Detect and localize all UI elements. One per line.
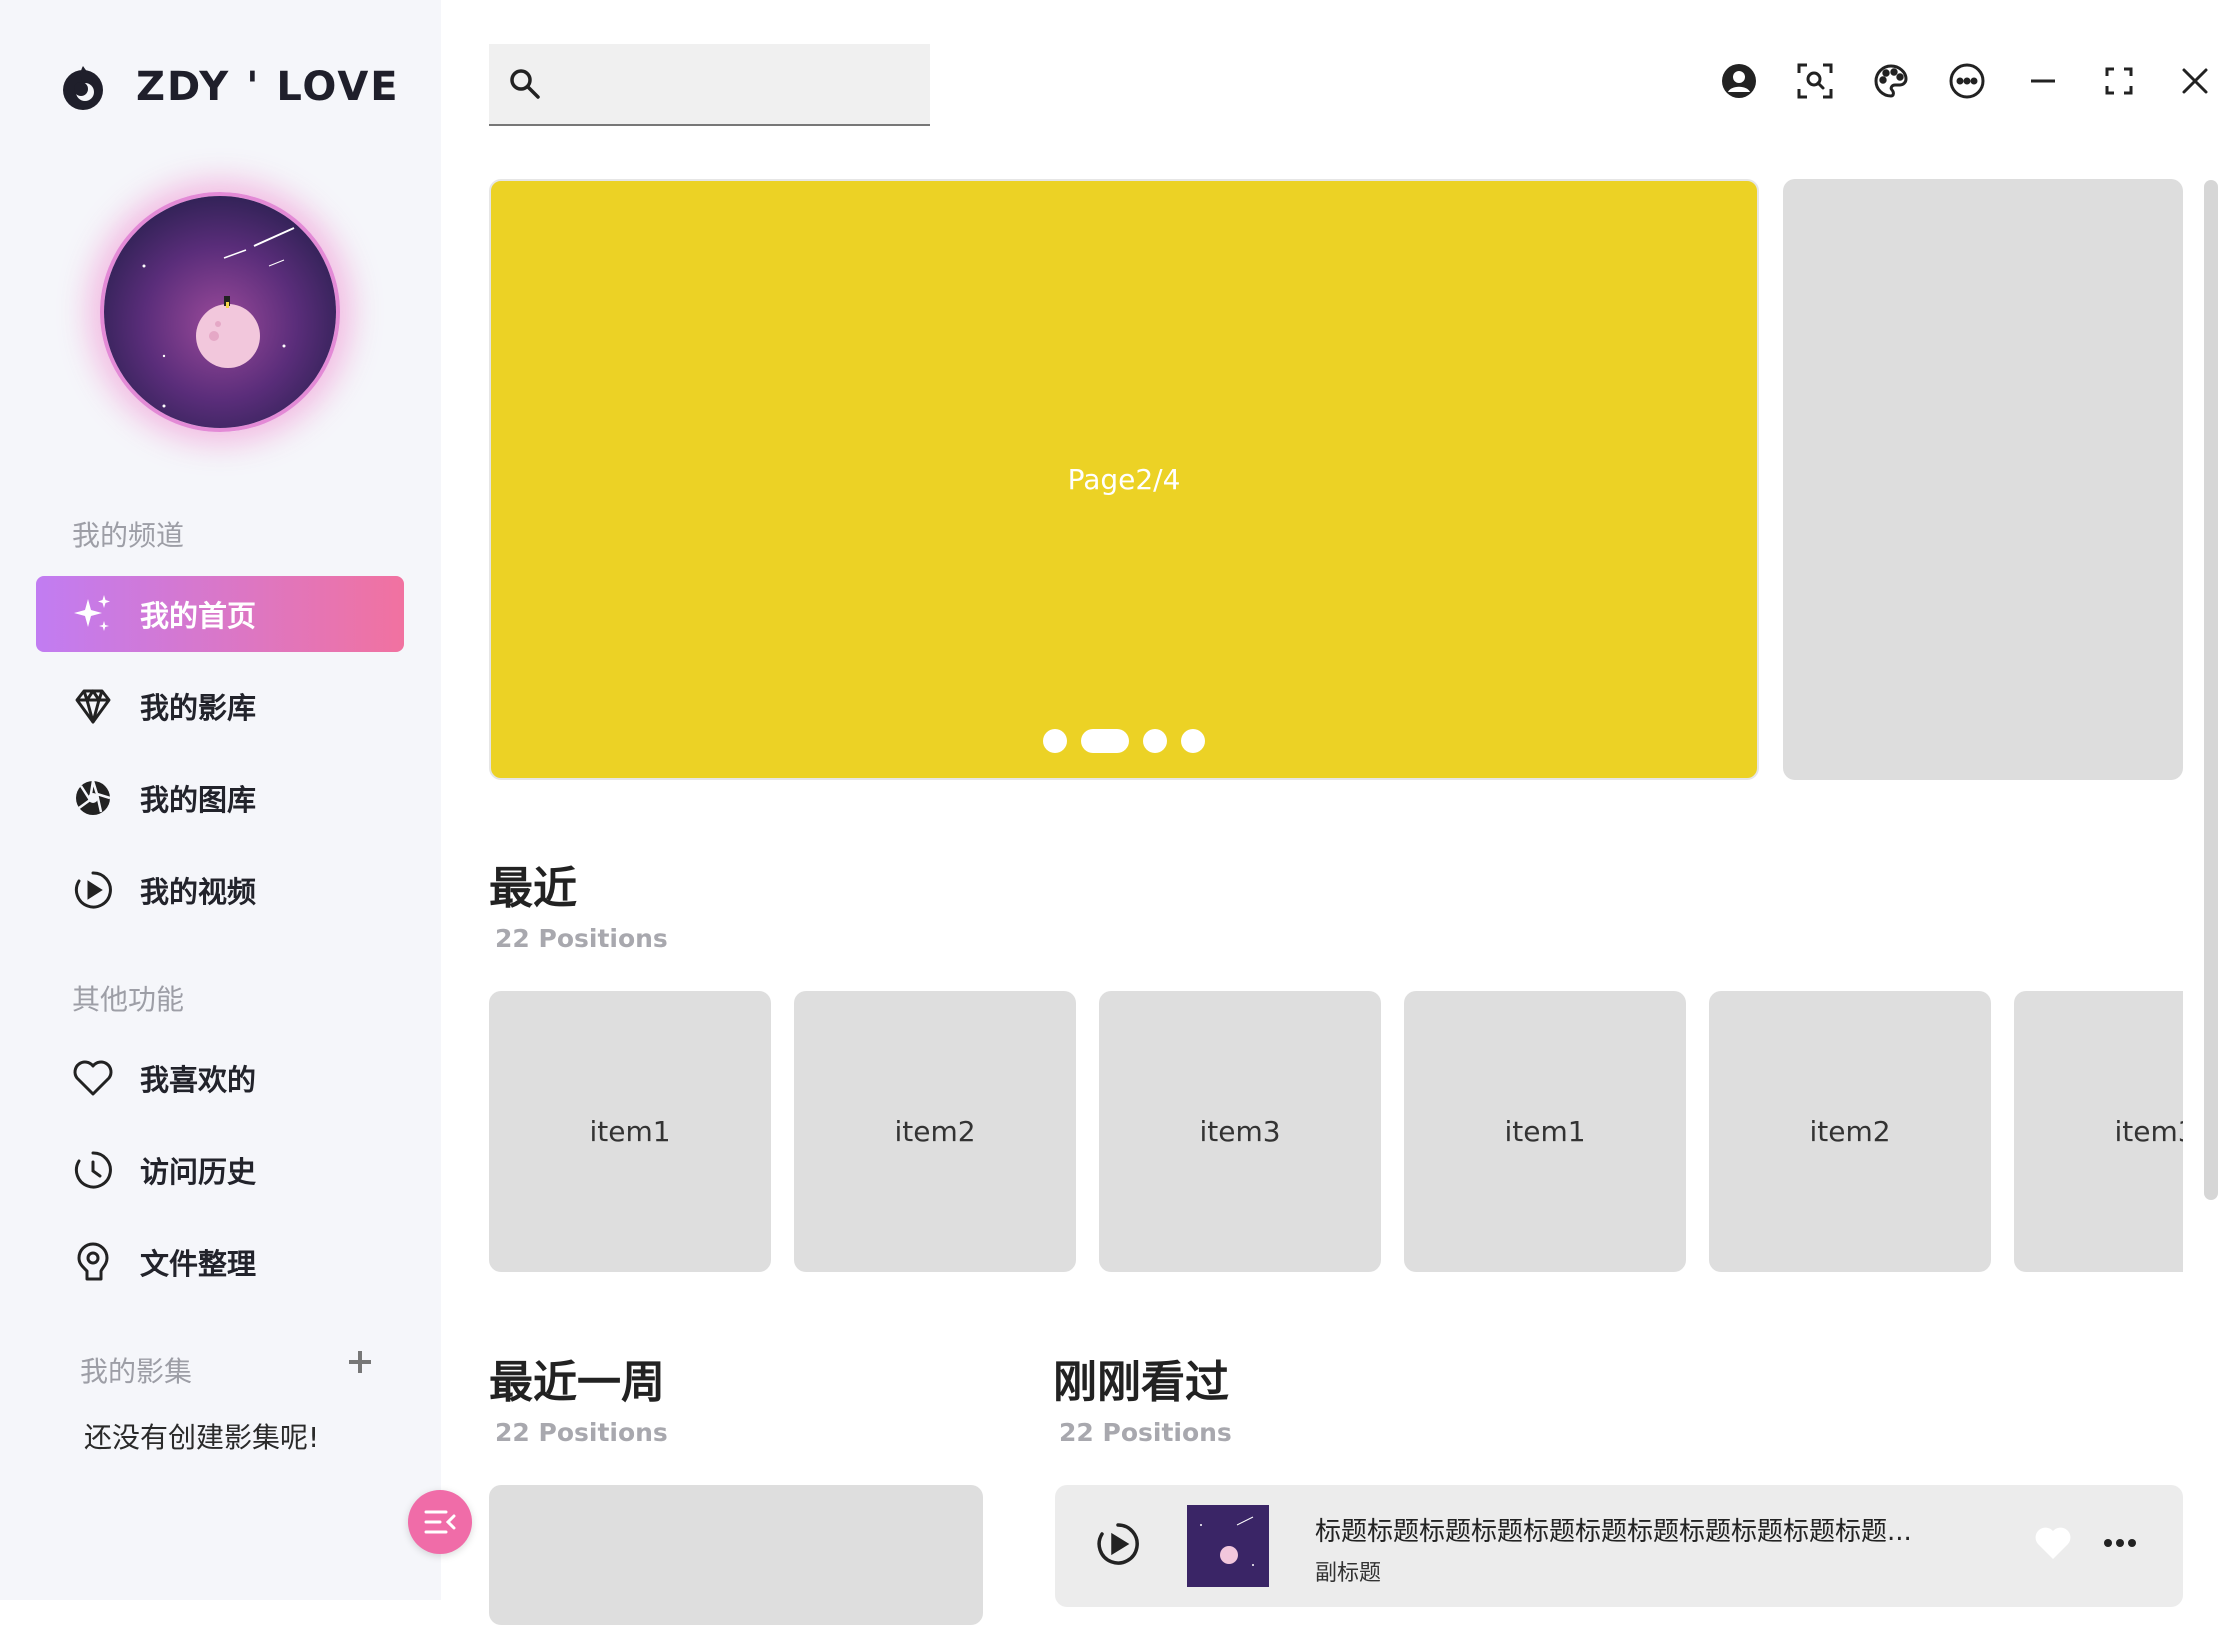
add-collection-button[interactable] xyxy=(342,1344,378,1380)
sidebar-item-favorites[interactable]: 我喜欢的 xyxy=(36,1040,404,1116)
section-title-week: 最近一周 xyxy=(489,1357,665,1408)
card-label: item1 xyxy=(589,1115,671,1148)
collapse-sidebar-button[interactable] xyxy=(408,1490,472,1554)
section-title-just-watched: 刚刚看过 xyxy=(1053,1357,1229,1408)
card-label: item2 xyxy=(1809,1115,1891,1148)
heart-icon[interactable] xyxy=(2033,1523,2073,1563)
recent-card[interactable]: item3 xyxy=(2014,991,2183,1272)
flame-logo-icon xyxy=(63,66,103,110)
avatar-image xyxy=(104,196,336,428)
sidebar-item-label: 文件整理 xyxy=(140,1247,257,1281)
sidebar-item-videos[interactable]: 我的视频 xyxy=(36,852,404,928)
sidebar-item-home[interactable]: 我的首页 xyxy=(36,576,404,652)
sidebar-item-gallery[interactable]: 我的图库 xyxy=(36,760,404,836)
sidebar-item-history[interactable]: 访问历史 xyxy=(36,1132,404,1208)
recent-card[interactable]: item2 xyxy=(794,991,1076,1272)
aperture-icon xyxy=(72,777,114,819)
play-circle-icon[interactable] xyxy=(1095,1521,1141,1567)
section-label-channels: 我的频道 xyxy=(72,519,185,552)
recent-card[interactable]: item1 xyxy=(489,991,771,1272)
card-label: item3 xyxy=(1199,1115,1281,1148)
recent-card[interactable]: item2 xyxy=(1709,991,1991,1272)
recent-card[interactable]: item1 xyxy=(1404,991,1686,1272)
scrollbar[interactable] xyxy=(2204,180,2218,1200)
sidebar-item-label: 我喜欢的 xyxy=(140,1063,257,1097)
sidebar-item-label: 我的图库 xyxy=(140,783,257,817)
avatar[interactable] xyxy=(100,192,340,432)
app-logo: ZDY ' LOVE xyxy=(58,62,400,112)
card-label: item2 xyxy=(894,1115,976,1148)
section-label-other: 其他功能 xyxy=(72,983,185,1016)
app-title: ZDY ' LOVE xyxy=(136,64,400,110)
section-label-collections: 我的影集 xyxy=(80,1355,193,1388)
sidebar-item-files[interactable]: 文件整理 xyxy=(36,1224,404,1300)
more-icon[interactable] xyxy=(2100,1523,2140,1563)
section-subtitle-week: 22 Positions xyxy=(495,1418,668,1447)
row-subtitle: 副标题 xyxy=(1315,1561,1382,1586)
sparkle-icon xyxy=(72,593,114,635)
history-icon xyxy=(72,1149,114,1191)
heart-icon xyxy=(72,1057,114,1099)
sidebar-item-label: 访问历史 xyxy=(140,1155,257,1189)
plus-icon xyxy=(349,1351,371,1373)
sidebar-item-label: 我的视频 xyxy=(140,875,257,909)
card-label: item3 xyxy=(2114,1115,2183,1148)
play-circle-icon xyxy=(72,869,114,911)
card-label: item1 xyxy=(1504,1115,1586,1148)
sidebar-item-library[interactable]: 我的影库 xyxy=(36,668,404,744)
thumbnail-image xyxy=(1187,1505,1269,1587)
gear-bulb-icon xyxy=(72,1241,114,1283)
collapse-menu-icon xyxy=(424,1510,456,1534)
list-item[interactable]: 标题标题标题标题标题标题标题标题标题标题标题... 副标题 xyxy=(1055,1485,2183,1607)
row-title: 标题标题标题标题标题标题标题标题标题标题标题... xyxy=(1315,1517,1912,1547)
recent-card[interactable]: item3 xyxy=(1099,991,1381,1272)
sidebar-item-label: 我的影库 xyxy=(140,691,257,725)
section-subtitle-just-watched: 22 Positions xyxy=(1059,1418,1232,1447)
sidebar: ZDY ' LOVE 我的频道 我的首页 我的影库 我的图库 我的视频 其他功能… xyxy=(0,0,441,1600)
diamond-icon xyxy=(72,685,114,727)
recent-cards-row: item1 item2 item3 item1 item2 item3 xyxy=(489,0,2183,1600)
week-card[interactable] xyxy=(489,1485,983,1625)
collections-empty-text: 还没有创建影集呢! xyxy=(84,1421,320,1454)
sidebar-item-label: 我的首页 xyxy=(140,599,257,633)
